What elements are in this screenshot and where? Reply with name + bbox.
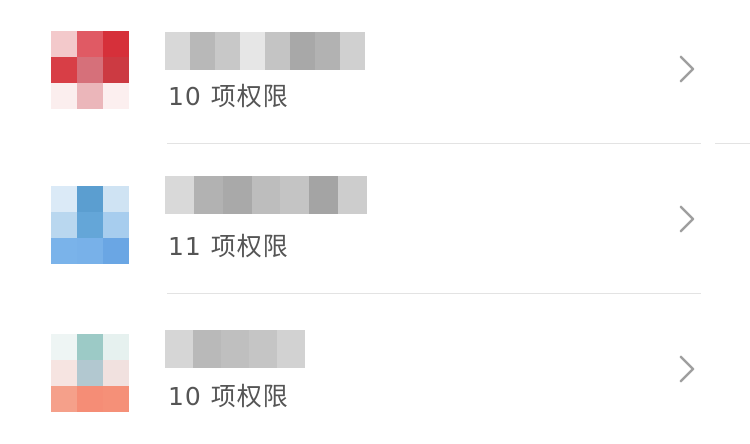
icon-pixel [77,334,103,360]
name-pixel [222,176,252,214]
name-pixel [309,176,339,214]
icon-pixel [103,186,129,212]
permission-count: 10 项权限 [168,382,289,411]
icon-pixel [51,238,77,264]
icon-pixel [77,186,103,212]
icon-pixel [103,31,129,57]
icon-pixel [77,83,103,109]
name-pixel [221,330,249,368]
icon-pixel [77,31,103,57]
divider [167,293,701,294]
name-pixel [251,176,281,214]
app-permission-list: 10 项权限 11 项权限 10 项权限 [0,0,750,444]
icon-pixel [103,212,129,238]
name-pixel [193,330,221,368]
name-pixel [165,330,193,368]
list-item[interactable]: 11 项权限 [0,146,750,292]
name-pixel [277,330,305,368]
icon-pixel [51,83,77,109]
icon-pixel [103,57,129,83]
app-name-blurred [165,32,365,70]
name-pixel [265,32,290,70]
icon-pixel [77,386,103,412]
name-pixel [165,176,194,214]
chevron-right-icon [679,355,695,383]
icon-pixel [77,57,103,83]
app-name-blurred [165,176,368,214]
chevron-right-icon [679,55,695,83]
icon-pixel [103,83,129,109]
chevron-right-icon [679,205,695,233]
name-pixel [215,32,240,70]
name-pixel [249,330,277,368]
icon-pixel [51,57,77,83]
name-pixel [290,32,315,70]
name-pixel [190,32,215,70]
permission-count: 11 项权限 [168,232,289,261]
icon-pixel [77,238,103,264]
name-pixel [193,176,223,214]
list-item[interactable]: 10 项权限 [0,0,750,146]
icon-pixel [51,360,77,386]
icon-pixel [51,186,77,212]
divider [715,143,750,144]
name-pixel [280,176,310,214]
app-name-blurred [165,330,305,368]
name-pixel [165,32,190,70]
icon-pixel [103,386,129,412]
permission-count: 10 项权限 [168,82,289,111]
icon-pixel [103,360,129,386]
icon-pixel [51,334,77,360]
icon-pixel [51,212,77,238]
icon-pixel [77,212,103,238]
name-pixel [338,176,368,214]
name-pixel [240,32,265,70]
icon-pixel [51,31,77,57]
app-icon [51,186,129,264]
name-pixel [340,32,365,70]
name-pixel [315,32,340,70]
icon-pixel [103,238,129,264]
icon-pixel [51,386,77,412]
app-icon [51,334,129,412]
icon-pixel [103,334,129,360]
divider [167,143,701,144]
list-item[interactable]: 10 项权限 [0,296,750,444]
app-icon [51,31,129,109]
icon-pixel [77,360,103,386]
